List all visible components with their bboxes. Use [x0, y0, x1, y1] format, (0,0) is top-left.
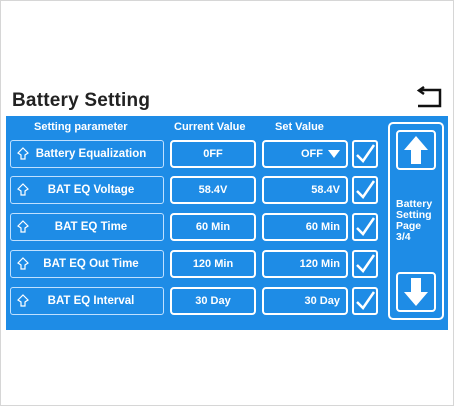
param-bat-eq-voltage: BAT EQ Voltage: [10, 176, 164, 204]
checkmark-icon: [356, 180, 376, 199]
title-bar: Battery Setting: [6, 84, 448, 114]
column-header-param: Setting parameter: [34, 121, 128, 133]
current-value: 58.4V: [170, 176, 256, 204]
set-value-text: 58.4V: [311, 184, 340, 196]
page-down-button[interactable]: [396, 272, 436, 312]
lightbulb-icon: [17, 220, 29, 233]
page-number: 3/4: [396, 231, 411, 243]
set-value-text: 60 Min: [305, 221, 340, 233]
page-title: Battery Setting: [12, 90, 151, 111]
lightbulb-icon: [17, 257, 29, 270]
page-up-button[interactable]: [396, 130, 436, 170]
checkmark-icon: [356, 254, 376, 273]
lightbulb-icon: [17, 147, 29, 160]
arrow-up-icon: [404, 136, 428, 164]
param-label: BAT EQ Voltage: [47, 184, 135, 196]
page-navigator: Battery Setting Page 3/4: [388, 122, 444, 320]
arrow-down-icon: [404, 278, 428, 306]
lightbulb-icon: [17, 294, 29, 307]
param-battery-equalization: Battery Equalization: [10, 140, 164, 168]
set-value-text: 120 Min: [299, 258, 340, 270]
set-value-dropdown[interactable]: OFF: [262, 140, 348, 168]
current-value-text: 0FF: [203, 148, 223, 160]
checkmark-icon: [356, 217, 376, 236]
set-value-input[interactable]: 58.4V: [262, 176, 348, 204]
setting-row: BAT EQ Time 60 Min 60 Min: [6, 213, 448, 245]
current-value: 0FF: [170, 140, 256, 168]
confirm-checkbox[interactable]: [352, 287, 378, 315]
current-value: 120 Min: [170, 250, 256, 278]
param-bat-eq-interval: BAT EQ Interval: [10, 287, 164, 315]
current-value-text: 120 Min: [192, 258, 234, 270]
param-label: BAT EQ Interval: [47, 295, 135, 307]
param-label: BAT EQ Out Time: [43, 258, 139, 270]
param-bat-eq-out-time: BAT EQ Out Time: [10, 250, 164, 278]
set-value-text: OFF: [301, 148, 323, 160]
confirm-checkbox[interactable]: [352, 250, 378, 278]
current-value: 30 Day: [170, 287, 256, 315]
confirm-checkbox[interactable]: [352, 140, 378, 168]
current-value-text: 60 Min: [195, 221, 231, 233]
page-indicator: Battery Setting Page 3/4: [396, 199, 432, 243]
lightbulb-icon: [17, 183, 29, 196]
setting-row: BAT EQ Voltage 58.4V 58.4V: [6, 176, 448, 208]
set-value-input[interactable]: 120 Min: [262, 250, 348, 278]
current-value-text: 58.4V: [198, 184, 228, 196]
setting-row: BAT EQ Out Time 120 Min 120 Min: [6, 250, 448, 282]
setting-row: Battery Equalization 0FF OFF: [6, 140, 448, 172]
param-label: BAT EQ Time: [54, 221, 128, 233]
settings-panel: Setting parameter Current Value Set Valu…: [6, 116, 448, 330]
return-arrow-icon: [416, 85, 442, 108]
set-value-text: 30 Day: [304, 295, 340, 307]
column-header-set: Set Value: [275, 121, 324, 133]
checkmark-icon: [356, 144, 376, 163]
current-value-text: 30 Day: [195, 295, 231, 307]
triangle-down-icon: [328, 150, 340, 158]
confirm-checkbox[interactable]: [352, 176, 378, 204]
set-value-input[interactable]: 60 Min: [262, 213, 348, 241]
checkmark-icon: [356, 291, 376, 310]
setting-row: BAT EQ Interval 30 Day 30 Day: [6, 287, 448, 319]
back-button[interactable]: [414, 85, 446, 110]
param-label: Battery Equalization: [35, 148, 147, 160]
confirm-checkbox[interactable]: [352, 213, 378, 241]
param-bat-eq-time: BAT EQ Time: [10, 213, 164, 241]
set-value-input[interactable]: 30 Day: [262, 287, 348, 315]
column-header-current: Current Value: [174, 121, 246, 133]
current-value: 60 Min: [170, 213, 256, 241]
